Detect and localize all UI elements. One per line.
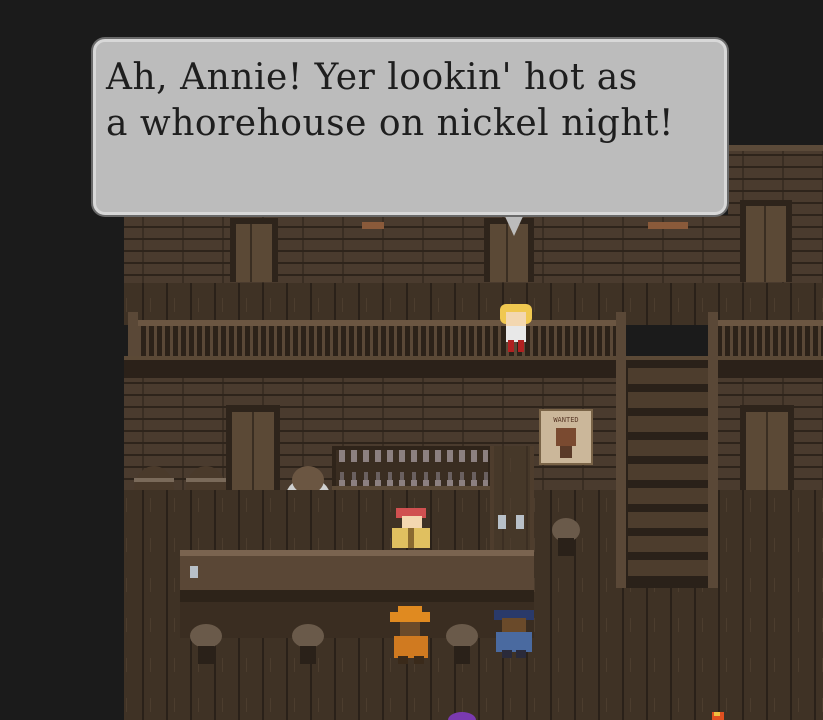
upper-floor [124, 283, 823, 325]
lower-door-right[interactable] [740, 405, 794, 491]
bartender-character[interactable] [392, 508, 430, 548]
wall-lamp-right [648, 222, 688, 229]
dialog-tail [503, 212, 525, 236]
wanted-poster-text: WANTED [553, 416, 578, 424]
bar-foot-rail [180, 602, 534, 638]
wall-lamp-left [362, 222, 384, 229]
upper-door-right[interactable] [740, 200, 792, 282]
cowboy-blue-character[interactable] [494, 610, 534, 658]
dialog-line-1: Ah, Annie! Yer lookin' hot as [106, 57, 638, 98]
wanted-poster[interactable]: WANTED [539, 409, 593, 465]
dialog-box[interactable]: Ah, Annie! Yer lookin' hot as a whorehou… [93, 39, 727, 215]
bottle-shelf [332, 446, 492, 492]
lower-door-left[interactable] [226, 405, 280, 491]
upper-wall [124, 215, 823, 283]
upper-door-left[interactable] [230, 218, 278, 282]
dialog-line-2: a whorehouse on nickel night! [106, 103, 674, 144]
